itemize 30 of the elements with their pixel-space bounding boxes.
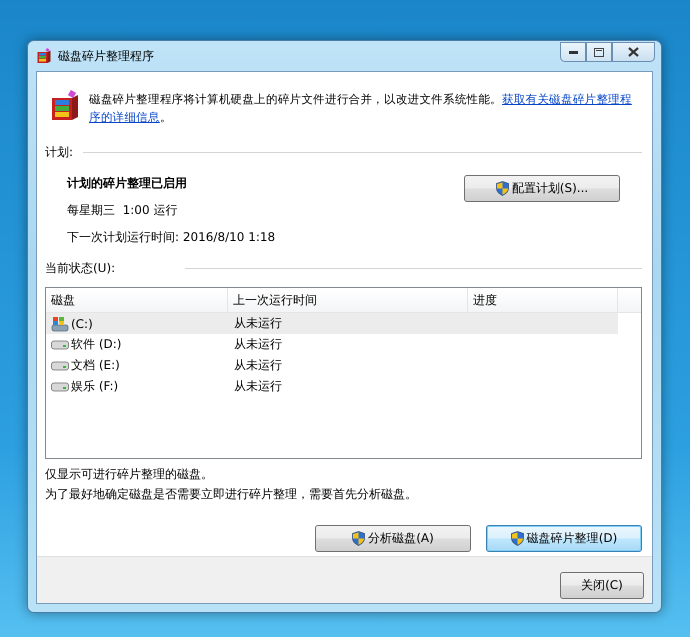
close-dialog-button[interactable]: 关闭(C) (560, 572, 644, 598)
disk-row[interactable]: (C:) 从未运行 (46, 313, 618, 334)
intro-text: 磁盘碎片整理程序将计算机硬盘上的碎片文件进行合并，以改进文件系统性能。获取有关磁盘碎片整理程 序的详细信息。 (89, 91, 633, 126)
section-heading: 计划: (45, 144, 74, 161)
disk-name: 文档 (E:) (71, 357, 120, 374)
disk-name: 软件 (D:) (71, 336, 122, 353)
last-run-cell-text: 从未运行 (233, 315, 283, 332)
info-link[interactable]: 序的详细信息 (89, 110, 160, 124)
last-run-cell-text: 从未运行 (233, 378, 283, 395)
disk-row[interactable]: 软件 (D:) 从未运行 (46, 334, 618, 355)
window-title: 磁盘碎片整理程序 (58, 48, 154, 64)
last-run-cell-text: 从未运行 (233, 357, 283, 374)
column-header[interactable]: 上一次运行时间 (228, 288, 468, 312)
note-text: 仅显示可进行碎片整理的磁盘。 (45, 466, 214, 483)
disk-name: 娱乐 (F:) (71, 378, 118, 395)
disk-row[interactable]: 娱乐 (F:) 从未运行 (46, 376, 618, 397)
analyze-button[interactable]: 分析磁盘(A) (315, 525, 471, 552)
disk-name: (C:) (71, 316, 93, 330)
schedule-frequency: 每星期三 1:00 运行 (67, 202, 178, 219)
note-text: 为了最好地确定磁盘是否需要立即进行碎片整理，需要首先分析磁盘。 (45, 486, 418, 503)
defragment-button[interactable]: 磁盘碎片整理(D) (486, 525, 642, 552)
column-header[interactable]: 进度 (468, 288, 618, 312)
configure-schedule-button[interactable]: 配置计划(S)... (464, 175, 620, 202)
info-link[interactable]: 获取有关磁盘碎片整理程 (502, 92, 632, 106)
column-header[interactable]: 磁盘 (46, 288, 228, 312)
schedule-status: 计划的碎片整理已启用 (67, 175, 188, 192)
section-heading: 当前状态(U): (45, 260, 116, 277)
next-run-time: 下一次计划运行时间: 2016/8/10 1:18 (67, 229, 276, 246)
disk-row[interactable]: 文档 (E:) 从未运行 (46, 355, 618, 376)
last-run-cell-text: 从未运行 (233, 336, 283, 353)
